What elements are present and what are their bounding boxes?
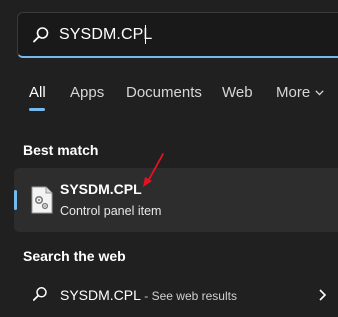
best-match-title: SYSDM.CPL bbox=[60, 181, 142, 197]
text-caret bbox=[145, 25, 146, 44]
web-search-result[interactable]: SYSDM.CPL - See web results bbox=[14, 280, 338, 310]
search-box[interactable] bbox=[17, 12, 338, 58]
tab-all[interactable]: All bbox=[29, 84, 46, 101]
search-input[interactable] bbox=[59, 22, 319, 48]
tab-more-label: More bbox=[276, 84, 311, 101]
chevron-right-icon[interactable] bbox=[317, 288, 327, 302]
web-suffix: - See web results bbox=[140, 289, 237, 303]
search-web-header: Search the web bbox=[23, 248, 126, 264]
tab-more[interactable]: More bbox=[276, 84, 324, 101]
active-tab-indicator bbox=[29, 108, 45, 111]
best-match-subtitle: Control panel item bbox=[60, 204, 162, 218]
tab-web[interactable]: Web bbox=[222, 84, 253, 101]
best-match-result[interactable]: SYSDM.CPL Control panel item bbox=[14, 168, 338, 232]
best-match-header: Best match bbox=[23, 142, 99, 158]
search-icon bbox=[33, 27, 49, 43]
web-query: SYSDM.CPL bbox=[60, 287, 141, 303]
search-icon bbox=[32, 287, 47, 301]
selection-indicator bbox=[14, 190, 17, 210]
tab-apps[interactable]: Apps bbox=[70, 84, 104, 101]
search-flyout: All Apps Documents Web More Best match S… bbox=[0, 0, 338, 317]
filter-tabs: All Apps Documents Web More bbox=[0, 78, 338, 116]
chevron-down-icon bbox=[315, 90, 324, 96]
tab-documents[interactable]: Documents bbox=[126, 84, 202, 101]
control-panel-file-icon bbox=[31, 186, 53, 214]
annotation-arrow-icon bbox=[143, 153, 164, 187]
web-result-text: SYSDM.CPL - See web results bbox=[60, 287, 237, 303]
